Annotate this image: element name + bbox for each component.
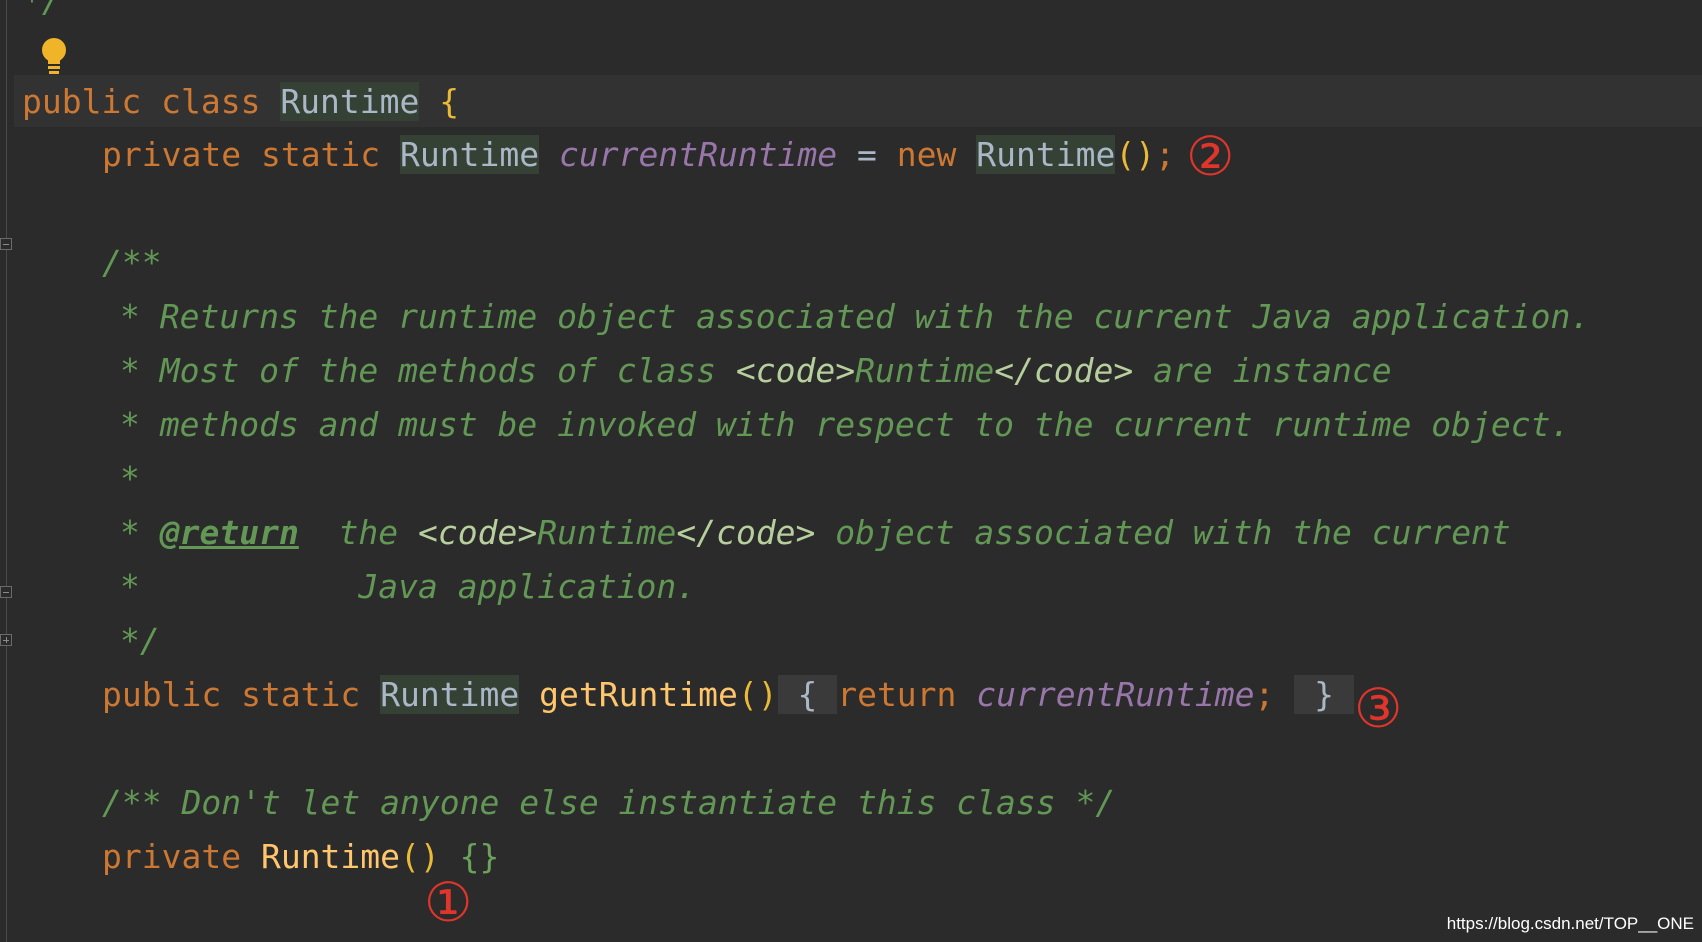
keyword: static <box>260 135 381 174</box>
brace: { <box>439 82 460 121</box>
javadoc-line: * Most of the methods of class <code>Run… <box>120 351 1392 390</box>
keyword: new <box>896 135 957 174</box>
annotation-mark-2: ② <box>1186 125 1235 188</box>
javadoc-line: * Returns the runtime object associated … <box>120 297 1591 336</box>
lightbulb-icon[interactable] <box>38 36 70 76</box>
folded-brace-close[interactable]: } <box>1294 675 1354 714</box>
keyword: public <box>22 82 142 121</box>
parens: () <box>737 675 778 714</box>
javadoc-close: */ <box>120 621 160 660</box>
folded-brace-open[interactable]: { <box>777 675 838 714</box>
keyword: static <box>241 675 361 714</box>
code-line-comment-end: */ <box>22 0 62 20</box>
javadoc-line: * Java application. <box>120 567 697 606</box>
field-name[interactable]: currentRuntime <box>559 135 837 174</box>
keyword: class <box>161 82 261 121</box>
annotation-mark-3: ③ <box>1354 677 1403 740</box>
code-line-comment: /** Don't let anyone else instantiate th… <box>102 783 1116 822</box>
keyword: return <box>837 675 957 714</box>
keyword: public <box>102 675 222 714</box>
annotation-mark-1: ① <box>424 871 473 934</box>
javadoc-tag[interactable]: @return <box>160 513 299 552</box>
html-tag: </code> <box>994 351 1134 390</box>
constructor-name[interactable]: Runtime <box>261 837 400 876</box>
watermark: https://blog.csdn.net/TOP__ONE <box>1446 914 1694 933</box>
code-line-method[interactable]: public static Runtime getRuntime() { ret… <box>102 668 1354 722</box>
semicolon: ; <box>1155 135 1175 174</box>
javadoc-line: * @return the <code>Runtime</code> objec… <box>120 513 1511 552</box>
fold-marker-method[interactable] <box>0 634 12 646</box>
type-name[interactable]: Runtime <box>380 675 520 714</box>
parens: () <box>1115 135 1156 174</box>
javadoc-line: * <box>120 459 140 498</box>
javadoc-line: * methods and must be invoked with respe… <box>120 405 1571 444</box>
fold-marker-javadoc-open[interactable] <box>0 238 12 250</box>
class-name[interactable]: Runtime <box>280 82 420 121</box>
constructor-call[interactable]: Runtime <box>976 135 1116 174</box>
field-name[interactable]: currentRuntime <box>976 675 1254 714</box>
keyword: private <box>102 837 242 876</box>
method-name[interactable]: getRuntime <box>539 675 738 714</box>
code-line-field[interactable]: private static Runtime currentRuntime = … <box>102 128 1175 182</box>
type-name[interactable]: Runtime <box>400 135 540 174</box>
javadoc-open: /** <box>102 243 162 282</box>
keyword: private <box>102 135 242 174</box>
html-tag: </code> <box>676 513 816 552</box>
html-tag: <code> <box>418 513 538 552</box>
operator: = <box>857 135 877 174</box>
html-tag: <code> <box>735 351 856 390</box>
code-editor[interactable]: */ public class Runtime { private static… <box>0 0 1702 942</box>
fold-marker-javadoc-close[interactable] <box>0 586 12 598</box>
semicolon: ; <box>1254 675 1275 714</box>
code-line-class-decl[interactable]: public class Runtime { <box>22 75 459 129</box>
gutter <box>6 0 7 942</box>
